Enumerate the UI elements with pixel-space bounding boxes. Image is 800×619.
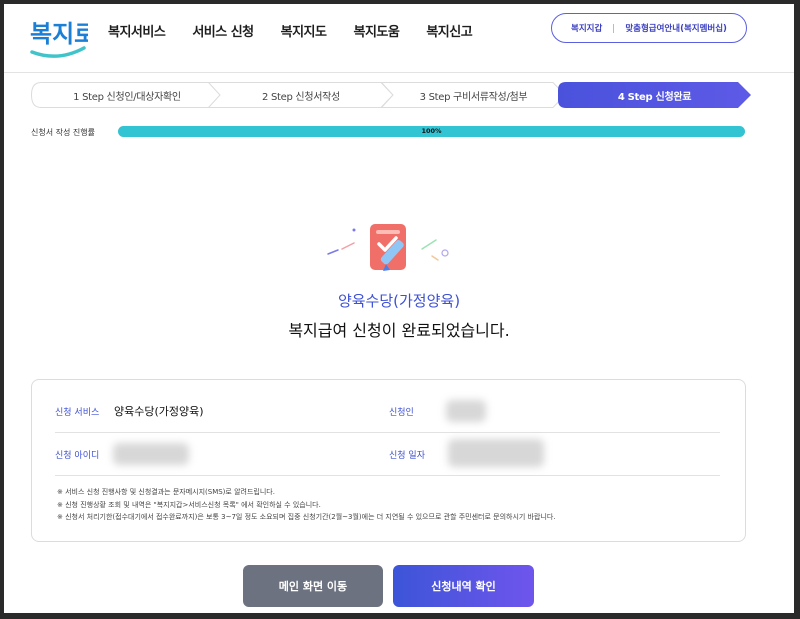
applicant-id-label: 신청 아이디 [55,451,100,461]
step-2-label: 2 Step 신청서작성 [262,91,340,103]
nav-service-apply[interactable]: 서비스 신청 [192,21,254,40]
logo[interactable]: 복지로 [28,12,88,62]
step-2: 2 Step 신청서작성 [208,82,394,108]
nav-welfare-service[interactable]: 복지서비스 [108,21,166,40]
nav-welfare-map[interactable]: 복지지도 [281,21,327,40]
notice-item: ※ 신청서 처리기한(접수대기에서 접수완료까지)은 보통 3~7일 정도 소요… [57,513,556,521]
logo-text: 복지로 [30,20,88,48]
util-links: 복지지갑 맞춤형급여안내(복지멤버십) [551,13,747,43]
progress-label: 신청서 작성 진행률 [31,128,95,137]
service-value: 양육수당(가정양육) [114,405,204,418]
notice-item: ※ 서비스 신청 진행사항 및 신청결과는 문자메시지(SMS)로 알려드립니다… [57,488,275,496]
application-details-card: 신청 서비스 양육수당(가정양육) 신청인 신청 아이디 신청 일자 ※ 서비스… [31,379,746,542]
step-3: 3 Step 구비서류작성/첨부 [381,82,566,108]
util-membership-link[interactable]: 맞춤형급여안내(복지멤버십) [625,22,727,34]
site-header: 복지로 복지서비스 서비스 신청 복지지도 복지도움 복지신고 복지지갑 맞춤형… [4,4,794,73]
step-indicator: 1 Step 신청인/대상자확인 2 Step 신청서작성 3 Step 구비서… [31,82,751,108]
notice-item: ※ 신청 진행상황 조회 및 내역은 "복지지갑>서비스신청 목록" 에서 확인… [57,500,321,509]
page-frame: 복지로 복지서비스 서비스 신청 복지지도 복지도움 복지신고 복지지갑 맞춤형… [4,4,794,613]
applicant-value-redacted [446,400,486,422]
step-1: 1 Step 신청인/대상자확인 [31,82,223,108]
result-service-name: 양육수당(가정양육) [337,292,461,310]
util-divider [613,23,615,33]
application-complete-icon [327,224,449,271]
result-message: 복지급여 신청이 완료되었습니다. [288,321,510,340]
details-row: 신청 아이디 신청 일자 [55,433,720,476]
step-4-active: 4 Step 신청완료 [558,82,751,108]
apply-date-label: 신청 일자 [389,451,425,461]
step-1-label: 1 Step 신청인/대상자확인 [73,91,181,103]
progress-percent: 100% [421,127,442,135]
progress-bar: 100% [118,126,745,137]
go-main-button[interactable]: 메인 화면 이동 [243,565,383,607]
details-row: 신청 서비스 양육수당(가정양육) 신청인 [55,390,720,433]
applicant-id-redacted [113,443,189,465]
notice-list: ※ 서비스 신청 진행사항 및 신청결과는 문자메시지(SMS)로 알려드립니다… [57,486,556,524]
view-history-button[interactable]: 신청내역 확인 [393,565,534,607]
nav-welfare-help[interactable]: 복지도움 [353,21,399,40]
step-3-label: 3 Step 구비서류작성/첨부 [419,91,528,103]
applicant-label: 신청인 [389,408,414,418]
main-nav: 복지서비스 서비스 신청 복지지도 복지도움 복지신고 [108,21,473,40]
service-label: 신청 서비스 [55,408,100,418]
nav-welfare-report[interactable]: 복지신고 [426,21,472,40]
step-4-label: 4 Step 신청완료 [617,91,692,103]
apply-date-redacted [448,439,544,467]
util-wallet-link[interactable]: 복지지갑 [571,22,602,34]
